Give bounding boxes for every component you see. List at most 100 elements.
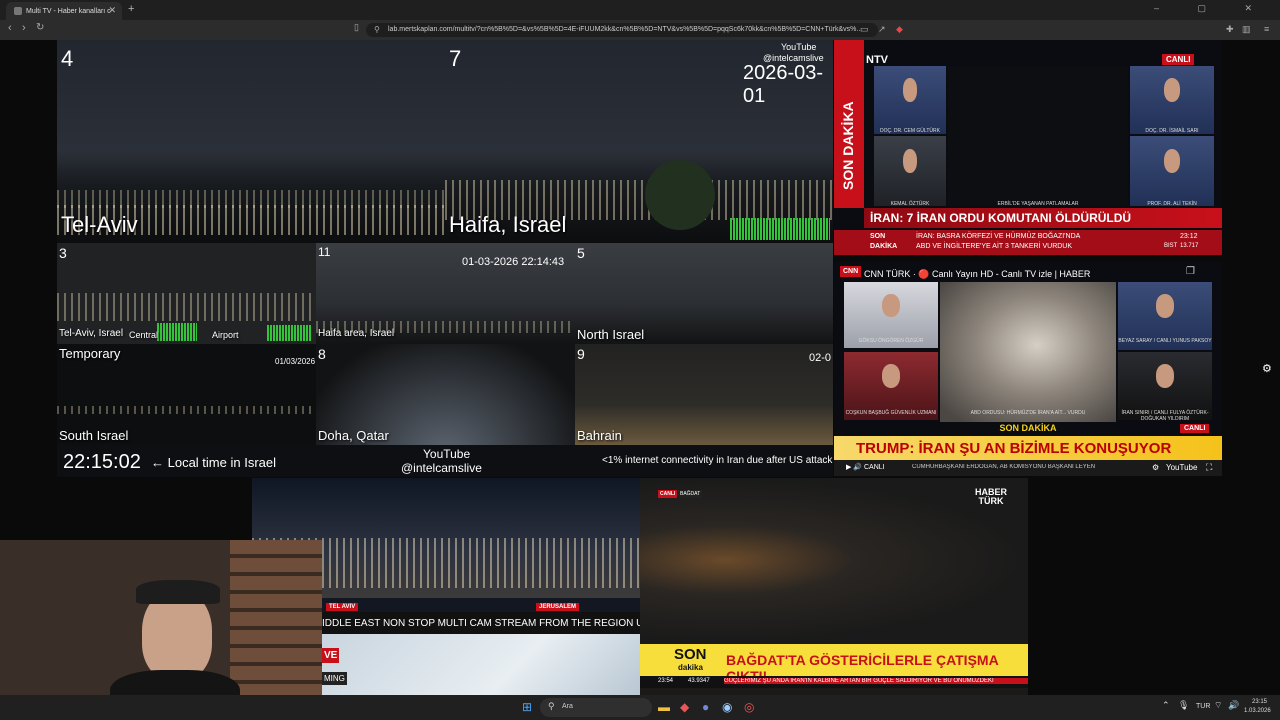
obs-icon[interactable]: ◎ [744,700,754,714]
browser-tab[interactable]: Multi TV - Haber kanalları c ✕ [6,2,122,20]
windows-taskbar: ⊞ ⚲ Ara ▬ ◆ ● ◉ ◎ ⌃ 🎙 TUR ⌔ 🔊 23:15 1.03… [0,695,1280,720]
back-icon[interactable]: ‹ [8,22,12,34]
brave-shield-icon[interactable]: ◆ [896,24,903,35]
taskbar-time[interactable]: 23:15 [1252,699,1267,705]
guest-caption: DOÇ. DR. İSMAİL SARI [1145,128,1199,134]
volume-icon[interactable]: 🔊 [1228,700,1239,711]
close-tab-icon[interactable]: ✕ [108,5,116,16]
live-badge: CANLI [1162,54,1195,65]
cam-number: 5 [577,245,585,261]
cam-timestamp: 01-03-2026 22:14:43 [462,256,565,268]
bookshelf [230,540,322,720]
cam-tile-haifa-area[interactable]: 11 01-03-2026 22:14:43 Haifa area, Israe… [316,243,575,344]
menu-icon[interactable]: ≡ [1264,24,1269,34]
sidebar-icon[interactable]: ▥ [1242,24,1251,35]
reload-icon[interactable]: ↻ [36,22,44,33]
new-tab-button[interactable]: + [128,3,134,15]
cap [136,580,220,604]
cam-label: Haifa area, Israel [318,328,395,339]
live-badge: CANLI [1180,424,1210,433]
tag-tel-aviv: TEL AVIV [326,603,359,611]
guest-video [874,136,946,206]
live-tag: CANLI [658,490,678,498]
cam-tile-tel-aviv[interactable]: 4 Tel-Aviv [57,40,445,243]
israel-clock: 22:15:02 [63,451,141,473]
url-field[interactable]: ⚲ lab.mertskaplan.com/multitv/?cn%5B%5D=… [366,23,878,37]
haberturk-ticker: GÜÇLERİMİZ ŞU ANDA İRAN'IN KALBİNE ARTAN… [724,678,1028,684]
stream-ticker: IDDLE EAST NON STOP MULTI CAM STREAM FRO… [322,612,640,634]
fullscreen-icon[interactable]: ⛶ [1206,462,1212,473]
son-dakika-side-banner: SON DAKİKA [834,40,864,208]
taskbar-date[interactable]: 1.03.2026 [1244,708,1271,714]
browser-tab-bar: Multi TV - Haber kanalları c ✕ + – ▢ ✕ [0,0,1280,20]
cam-tile-north-israel[interactable]: 5 North Israel [575,243,833,344]
guest-caption: İRAN SINIRI / CANLI FULYA ÖZTÜRK-DOĞUKAN… [1121,410,1209,422]
protest-video [640,478,1028,642]
tab-favicon-icon [14,7,22,15]
mini-label: MING [322,672,347,685]
ntv-stream[interactable]: SON DAKİKA NTV CANLI DOÇ. DR. CEM GÜLTÜR… [834,40,1222,255]
site-info-icon[interactable]: ⚲ [374,25,380,34]
tag-jerusalem: JERUSALEM [536,603,580,611]
location-tag: BAĞDAT [678,490,703,498]
haberturk-clock: 23:54 [658,678,674,684]
url-text: lab.mertskaplan.com/multitv/?cn%5B%5D=&v… [388,26,863,33]
guest-video [874,66,946,134]
microphone-icon[interactable]: 🎙 [1178,700,1189,711]
extensions-icon[interactable]: ✚ [1226,24,1234,35]
cam-tile-haifa[interactable]: 7 YouTube @intelcamslive 2026-03-01 Haif… [445,40,833,243]
cnn-ticker: CUMHURBAŞKANI ERDOĞAN, AB KOMİSYONU BAŞK… [912,464,1096,470]
cam-tile-doha[interactable]: 8 Doha, Qatar [316,344,575,445]
cam-timestamp: 01/03/2026 [275,357,316,366]
bookmark-icon[interactable]: ▯ [354,22,359,33]
info-ticker: <1% internet connectivity in Iran due af… [602,455,833,466]
taskbar-search[interactable]: ⚲ Ara [540,698,652,717]
streamer-webcam [0,540,322,720]
start-icon[interactable]: ⊞ [522,700,532,714]
brave-icon[interactable]: ◆ [680,700,689,714]
ntv-headline: İRAN: 7 İRAN ORDU KOMUTANI ÖLDÜRÜLDÜ [864,208,1222,228]
youtube-logo[interactable]: YouTube [1166,463,1197,472]
ntv-clock: 23:12 [1180,233,1198,240]
cam-sublabel-airport: Airport [212,330,239,340]
copy-link-icon[interactable]: ❐ [1186,266,1195,277]
cnn-turk-stream[interactable]: CNN CNN TÜRK · 🔴 Canlı Yayın HD - Canlı … [834,262,1222,476]
player-status[interactable]: ▶ 🔊 CANLI [846,463,885,471]
ntv-subbar: SON DAKİKA İRAN: BASRA KÖRFEZİ VE HÜRMÜZ… [834,230,1222,255]
share-icon[interactable]: ↗ [878,24,886,35]
tree-silhouette [645,160,715,230]
cam-date: 2026-03-01 [743,62,824,107]
window-controls[interactable]: – ▢ ✕ [1154,3,1270,14]
tab-title: Multi TV - Haber kanalları c [26,7,111,15]
screen-icon[interactable]: ▭ [860,24,869,35]
cam-tile-tel-aviv-2[interactable]: 3 Tel-Aviv, Israel Central Airport [57,243,316,344]
live-tag: VE [322,648,340,663]
cam-label: Bahrain [577,428,622,443]
language-indicator[interactable]: TUR [1196,703,1210,710]
network-icon[interactable]: ⌔ [1214,700,1222,711]
forward-icon[interactable]: › [22,22,26,34]
guest-caption: BEYAZ SARAY / CANLI YUNUS PAKSOY [1118,338,1212,344]
center-caption: ABD ORDUSU: HÜRMÜZ'DE İRAN'A AİT... VURD… [970,410,1086,416]
youtube-label: YouTube [781,42,817,52]
cam-label: Tel-Aviv, Israel [59,328,124,339]
file-explorer-icon[interactable]: ▬ [658,700,670,714]
page-settings-icon[interactable]: ⚙ [1262,362,1272,375]
son-label: SON [870,233,886,240]
guest-caption: GÖKSU ÖNGÖREN ÖZGÜR [858,338,924,344]
haberturk-stream[interactable]: CANLI BAĞDAT HABER TÜRK SON dakika BAĞDA… [640,478,1028,696]
discord-icon[interactable]: ● [702,700,709,714]
cam-tile-bahrain[interactable]: 9 02-0 Bahrain [575,344,833,445]
tray-chevron-icon[interactable]: ⌃ [1162,700,1170,711]
center-caption: ERBİL'DE YAŞANAN PATLAMALAR [997,201,1079,207]
player-controls[interactable]: ▶ 🔊 CANLI CUMHURBAŞKANI ERDOĞAN, AB KOMİ… [834,460,1222,476]
breaking-bar: SON dakika BAĞDAT'TA GÖSTERİCİLERLE ÇATI… [640,644,1028,684]
cam-label: Tel-Aviv [61,212,138,237]
steam-icon[interactable]: ◉ [722,700,732,714]
guest-video [1130,66,1214,134]
guest-video [1130,136,1214,206]
settings-icon[interactable]: ⚙ [1152,463,1159,472]
cam-sublabel-central: Central [129,330,159,340]
center-video-smoke [940,282,1116,422]
cam-tile-south-israel[interactable]: Temporary 01/03/2026 South Israel [57,344,316,445]
